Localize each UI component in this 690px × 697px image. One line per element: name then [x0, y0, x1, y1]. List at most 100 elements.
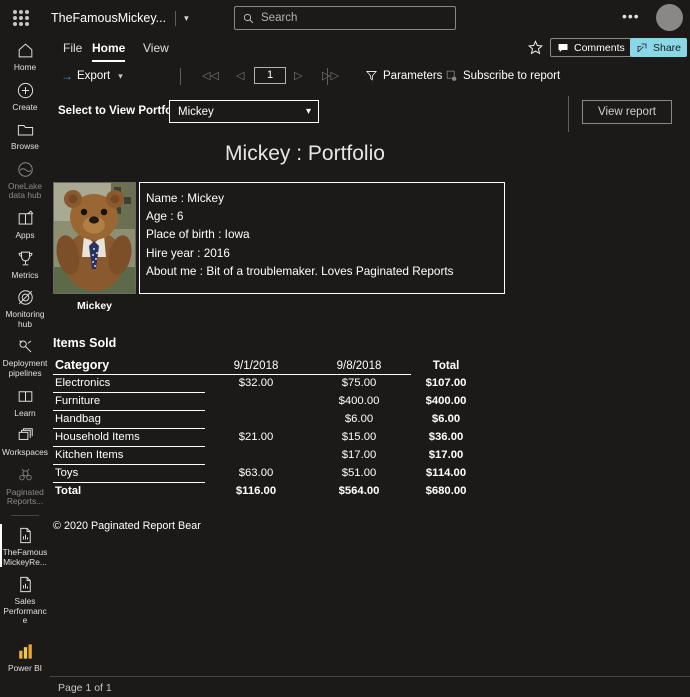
sidebar-item-home[interactable]: Home [0, 36, 50, 76]
plus-circle-icon [1, 80, 49, 101]
items-sold-title: Items Sold [53, 336, 117, 350]
column-header-date-1: 9/1/2018 [205, 354, 307, 375]
command-divider [327, 68, 328, 85]
page-number-input[interactable]: 1 [254, 67, 286, 84]
star-icon [528, 40, 543, 55]
subscribe-icon [446, 70, 457, 81]
command-divider [180, 68, 181, 85]
suitebar-more-button[interactable]: ••• [622, 9, 640, 23]
rail-divider [11, 514, 39, 516]
power-bi-logo-icon [1, 641, 49, 662]
cell-date-2: $15.00 [341, 431, 377, 443]
cell-total: $107.00 [425, 377, 467, 389]
monitoring-icon [1, 287, 49, 308]
sidebar-item-label: TheFamous MickeyRe... [2, 546, 48, 567]
cell-category: Kitchen Items [53, 446, 205, 465]
parameters-label: Parameters [383, 69, 443, 82]
subscribe-label: Subscribe to report [463, 69, 561, 82]
cell-date-2: $6.00 [344, 413, 374, 425]
table-total-row: Total $116.00 $564.00 $680.00 [53, 482, 481, 500]
sidebar-item-deployment-pipelines[interactable]: Deployment pipelines [0, 332, 50, 381]
cell-category: Total [55, 485, 82, 498]
column-header-date-2: 9/8/2018 [307, 354, 411, 375]
sidebar-item-workspaces[interactable]: Workspaces [0, 421, 50, 461]
info-age: Age : 6 [146, 209, 184, 224]
cell-date-1: $63.00 [238, 467, 274, 479]
sidebar-item-power-bi[interactable]: Power BI [0, 637, 50, 677]
tab-file[interactable]: File [59, 38, 86, 58]
sidebar-item-label: Monitoring hub [5, 309, 45, 329]
sidebar-item-label: Home [13, 62, 37, 72]
comment-icon [558, 43, 568, 52]
parameter-strip: Select to View Portfolio Mickey ▾ View r… [50, 94, 690, 134]
page-title: Mickey : Portfolio [225, 142, 385, 165]
left-nav-rail: Home Create Browse OneLake data hub Apps [0, 36, 50, 697]
cell-date-1: $116.00 [235, 485, 277, 497]
table-row: Kitchen Items $17.00 $17.00 [53, 446, 481, 465]
table-row: Furniture $400.00 $400.00 [53, 392, 481, 411]
copyright-text: © 2020 Paginated Report Bear [53, 520, 201, 532]
tab-view[interactable]: View [139, 38, 173, 58]
cell-date-1 [205, 392, 307, 410]
sidebar-item-create[interactable]: Create [0, 76, 50, 116]
report-file-icon [1, 525, 49, 546]
search-input[interactable]: Search [234, 6, 456, 30]
sidebar-item-metrics[interactable]: Metrics [0, 244, 50, 284]
waffle-grid-icon[interactable] [13, 10, 29, 26]
cell-category: Electronics [53, 374, 205, 393]
info-about: About me : Bit of a troublemaker. Loves … [146, 263, 454, 278]
parameter-divider [568, 96, 569, 132]
export-button[interactable]: → Export ▾ [58, 67, 126, 85]
cell-date-1 [205, 446, 307, 464]
previous-page-button[interactable]: ◁ [236, 69, 244, 82]
last-page-button[interactable]: ▷▷ [322, 69, 339, 82]
sidebar-item-apps[interactable]: Apps [0, 204, 50, 244]
suitebar-divider [175, 10, 177, 26]
cell-category: Toys [53, 464, 205, 483]
table-header-row: Category 9/1/2018 9/8/2018 Total [53, 354, 481, 375]
paginated-reports-icon [1, 465, 49, 486]
sidebar-item-paginated-reports[interactable]: Paginated Reports... [0, 461, 50, 510]
sidebar-item-learn[interactable]: Learn [0, 382, 50, 422]
sidebar-item-sales-performance[interactable]: Sales Performance [0, 570, 50, 629]
sidebar-item-label: Create [12, 101, 38, 112]
comments-label: Comments [574, 41, 625, 54]
next-page-button[interactable]: ▷ [294, 69, 302, 82]
portfolio-selected-value: Mickey [178, 105, 214, 118]
favorite-button[interactable] [527, 39, 544, 61]
sidebar-item-onelake-data-hub[interactable]: OneLake data hub [0, 155, 50, 204]
command-bar: → Export ▾ ◁◁ ◁ 1 ▷ ▷▷ Parameters Subscr… [50, 64, 690, 92]
comments-button[interactable]: Comments [550, 38, 632, 57]
parameters-button[interactable]: Parameters [362, 67, 445, 84]
chevron-down-icon[interactable]: ▾ [184, 13, 189, 24]
sidebar-item-browse[interactable]: Browse [0, 115, 50, 155]
info-hire-year: Hire year : 2016 [146, 245, 230, 260]
learn-book-icon [1, 386, 49, 407]
tab-home[interactable]: Home [88, 38, 129, 62]
cell-total: $680.00 [425, 485, 467, 497]
table-row: Household Items $21.00 $15.00 $36.00 [53, 428, 481, 447]
apps-icon [1, 208, 49, 229]
power-bi-report-viewer: TheFamousMickey... ▾ Search ••• Home Cre… [0, 0, 690, 697]
first-page-button[interactable]: ◁◁ [202, 69, 219, 82]
portfolio-parameter-label: Select to View Portfolio [58, 105, 186, 117]
status-bar: Page 1 of 1 [50, 676, 690, 697]
sidebar-item-label: Metrics [11, 269, 39, 280]
table-row: Handbag $6.00 $6.00 [53, 410, 481, 429]
sidebar-item-label: Paginated Reports... [6, 486, 44, 507]
sidebar-item-label: Sales Performance [3, 596, 47, 626]
export-label: Export [77, 70, 111, 82]
avatar[interactable] [656, 4, 683, 31]
share-button[interactable]: Share [630, 38, 688, 57]
cell-category: Furniture [53, 392, 205, 411]
view-report-button[interactable]: View report [582, 100, 672, 124]
subscribe-to-report-button[interactable]: Subscribe to report [442, 67, 563, 84]
sidebar-item-thefamous-mickey-report[interactable]: TheFamous MickeyRe... [0, 521, 50, 570]
cell-date-1 [205, 410, 307, 428]
sidebar-item-monitoring-hub[interactable]: Monitoring hub [0, 283, 50, 332]
workspace-name: TheFamousMickey... [51, 11, 167, 25]
portfolio-select[interactable]: Mickey ▾ [169, 100, 319, 123]
home-icon [1, 40, 49, 61]
sidebar-item-label: Learn [14, 407, 36, 418]
cell-category: Handbag [53, 410, 205, 429]
